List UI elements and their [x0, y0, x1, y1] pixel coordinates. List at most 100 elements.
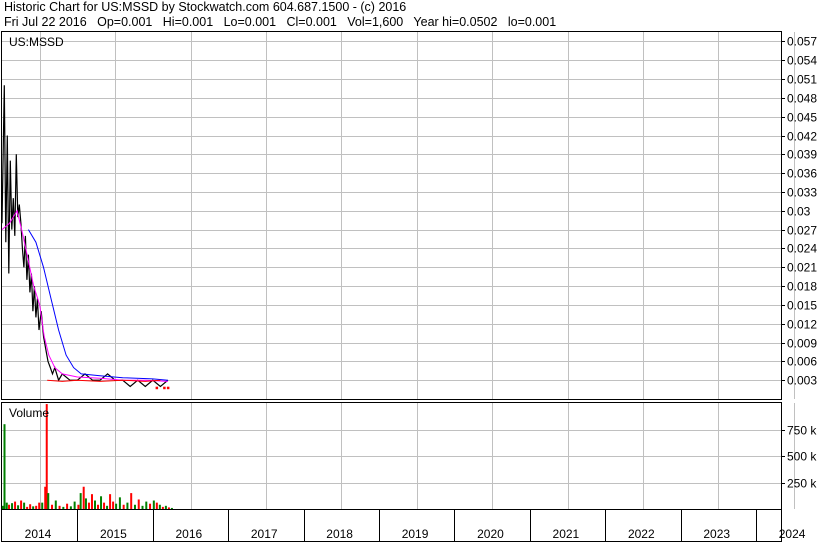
- volume-bar: [137, 499, 140, 509]
- volume-bar: [3, 424, 6, 509]
- volume-bar: [126, 502, 129, 509]
- x-axis-tick-label: 2017: [251, 527, 278, 541]
- x-axis-tick-label: 2022: [628, 527, 655, 541]
- price-y-tick-label: 0.018: [787, 280, 817, 294]
- price-y-tick-label: 0.054: [787, 54, 817, 68]
- volume-bar: [23, 502, 26, 509]
- volume-bar: [152, 500, 155, 509]
- x-axis-tick-label: 2023: [703, 527, 730, 541]
- price-y-tick-label: 0.003: [787, 374, 817, 388]
- volume-bar: [122, 504, 125, 509]
- volume-bar: [41, 502, 44, 509]
- volume-bar: [20, 500, 23, 509]
- price-grid: [2, 32, 795, 399]
- volume-bar: [84, 498, 87, 509]
- volume-bar: [112, 501, 115, 509]
- x-axis-tick-label: 2021: [553, 527, 580, 541]
- stock-chart: 0.057 0.054 0.051 0.048 0.045 0.042 0.039 0.036…: [1, 31, 817, 542]
- volume-bar: [82, 486, 85, 509]
- volume-bar: [149, 503, 152, 509]
- volume-bar: [17, 505, 20, 509]
- volume-bar: [5, 502, 8, 509]
- price-panel-frame: [1, 31, 782, 400]
- x-axis-tick-label: 2014: [25, 527, 52, 541]
- price-y-tick-label: 0.033: [787, 186, 817, 200]
- volume-bar: [118, 497, 121, 509]
- volume-bar: [8, 504, 11, 509]
- price-y-tick-label: 0.042: [787, 130, 817, 144]
- price-series-line: [1, 209, 168, 382]
- volume-panel-title: Volume: [9, 406, 49, 420]
- volume-bar: [26, 506, 29, 509]
- volume-y-tick-label: 500 k: [787, 450, 817, 464]
- volume-bar: [164, 505, 167, 509]
- price-y-tick-label: 0.009: [787, 337, 817, 351]
- price-marker-point: [155, 386, 159, 390]
- price-y-tick-label: 0.015: [787, 299, 817, 313]
- price-y-tick-label: 0.006: [787, 355, 817, 369]
- x-axis: 2014 2015 2016 2017 2018 2019 2020 2021 2022 2023…: [25, 510, 806, 541]
- volume-bar: [54, 500, 57, 509]
- volume-bar: [133, 504, 136, 509]
- price-y-tick-label: 0.048: [787, 92, 817, 106]
- x-axis-tick-label: 2018: [326, 527, 353, 541]
- price-marker-point: [166, 386, 170, 390]
- volume-bar: [38, 502, 41, 509]
- volume-bar: [51, 504, 54, 509]
- volume-y-tick-label: 250 k: [787, 477, 817, 491]
- price-y-tick-label: 0.057: [787, 35, 817, 49]
- price-y-tick-label: 0.024: [787, 242, 817, 256]
- volume-bar: [115, 503, 118, 509]
- price-y-tick-label: 0.039: [787, 148, 817, 162]
- volume-bar: [29, 504, 32, 509]
- volume-bar: [87, 502, 90, 509]
- price-y-tick-label: 0.027: [787, 224, 817, 238]
- x-axis-tick-label: 2016: [175, 527, 202, 541]
- volume-bar: [35, 505, 38, 509]
- price-y-tick-label: 0.012: [787, 318, 817, 332]
- volume-bar: [158, 504, 161, 509]
- volume-bar: [106, 505, 109, 509]
- x-axis-tick-label: 2024: [779, 527, 806, 541]
- price-panel-title: US:MSSD: [9, 35, 64, 49]
- volume-y-axis: 750 k 500 k 250 k: [781, 424, 817, 491]
- volume-y-tick-label: 750 k: [787, 424, 817, 438]
- price-marker-point: [163, 386, 166, 390]
- volume-bar: [62, 506, 65, 509]
- price-y-axis: 0.057 0.054 0.051 0.048 0.045 0.042 0.039 0.036…: [781, 35, 817, 388]
- volume-bar: [14, 501, 17, 509]
- volume-bar: [73, 501, 76, 509]
- volume-grid: [2, 403, 795, 509]
- volume-bar: [103, 502, 106, 509]
- volume-bar: [155, 502, 158, 509]
- volume-bar: [145, 501, 148, 509]
- price-y-tick-label: 0.03: [787, 205, 811, 219]
- x-axis-tick-label: 2015: [100, 527, 127, 541]
- x-axis-tick-label: 2020: [477, 527, 504, 541]
- volume-bar: [130, 493, 133, 509]
- volume-bar: [58, 505, 61, 509]
- volume-bar: [100, 496, 103, 509]
- volume-bar: [66, 503, 69, 509]
- x-axis-tick-label: 2019: [402, 527, 429, 541]
- price-y-tick-label: 0.021: [787, 261, 817, 275]
- price-y-tick-label: 0.036: [787, 167, 817, 181]
- price-y-tick-label: 0.051: [787, 73, 817, 87]
- volume-bar: [167, 507, 170, 509]
- volume-bar: [97, 504, 100, 509]
- volume-bar: [79, 493, 82, 509]
- volume-bar: [77, 504, 80, 509]
- price-series-line: [1, 85, 169, 388]
- volume-bar: [161, 506, 164, 509]
- volume-bar: [69, 506, 72, 509]
- volume-bar: [109, 494, 112, 509]
- volume-bar: [170, 507, 173, 509]
- volume-bar: [32, 506, 35, 509]
- price-y-tick-label: 0.045: [787, 111, 817, 125]
- volume-bar: [11, 503, 14, 509]
- volume-bar: [94, 500, 97, 509]
- price-series-line: [27, 229, 168, 381]
- volume-bar: [141, 505, 144, 509]
- volume-bar: [90, 494, 93, 509]
- volume-bar: [47, 493, 50, 509]
